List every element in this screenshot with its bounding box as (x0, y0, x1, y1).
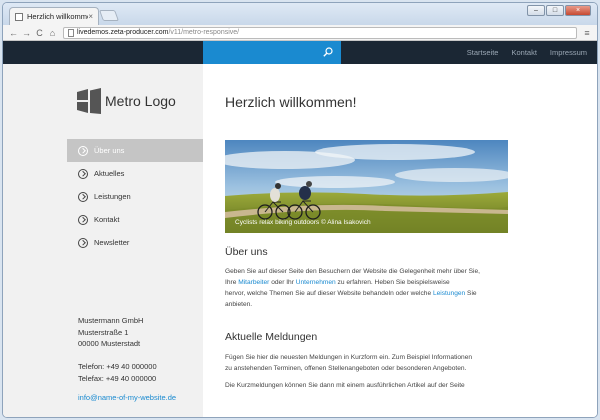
link-mitarbeiter[interactable]: Mitarbeiter (238, 279, 269, 286)
browser-window: Herzlich willkommen! × – □ × ← → C ⌂ liv… (2, 2, 598, 418)
email-link[interactable]: info@name-of-my-website.de (78, 392, 176, 404)
metro-logo-icon (77, 88, 101, 114)
nav-link-impressum[interactable]: Impressum (550, 48, 587, 57)
about-line: Ihre Mitarbeiter oder Ihr Unternehmen zu… (225, 277, 508, 288)
arrow-circle-icon (78, 237, 88, 248)
city: 00000 Musterstadt (78, 339, 141, 348)
new-tab-button[interactable] (98, 10, 120, 21)
sidebar-item-label: Leistungen (94, 192, 131, 201)
reload-button[interactable]: C (33, 28, 46, 38)
browser-menu-icon[interactable]: ≡ (581, 28, 593, 38)
text-span: Ihre (225, 279, 239, 286)
close-window-button[interactable]: × (565, 5, 591, 16)
window-controls: – □ × (527, 5, 591, 16)
sidebar-item-newsletter[interactable]: Newsletter (67, 231, 203, 254)
phone: Telefon: +49 40 000000 (78, 362, 157, 371)
home-button[interactable]: ⌂ (46, 28, 59, 38)
about-line: hervor, welche Themen Sie auf dieser Web… (225, 288, 508, 299)
link-unternehmen[interactable]: Unternehmen (296, 279, 336, 286)
street: Musterstraße 1 (78, 327, 129, 337)
news-text: Fügen Sie hier die neuesten Meldungen in… (225, 352, 508, 391)
tab-close-icon[interactable]: × (88, 12, 93, 21)
arrow-circle-icon (78, 191, 88, 202)
search-bar[interactable] (203, 41, 341, 64)
contact-address: Mustermann GmbH Musterstraße 1 00000 Mus… (78, 315, 176, 404)
url-host: livedemos.zeta-producer.com (77, 29, 169, 36)
text-span: hervor, welche Themen Sie auf dieser Web… (225, 290, 433, 297)
top-nav-links: Startseite Kontakt Impressum (467, 41, 587, 64)
news-line: Fügen Sie hier die neuesten Meldungen in… (225, 354, 473, 361)
text-span: Sie (465, 290, 477, 297)
about-line: anbieten. (225, 301, 253, 308)
page-icon (68, 28, 74, 37)
about-line: Geben Sie auf dieser Seite den Besuchern… (225, 268, 480, 275)
nav-link-kontakt[interactable]: Kontakt (511, 48, 536, 57)
back-button[interactable]: ← (7, 28, 20, 38)
top-navigation: Startseite Kontakt Impressum (3, 41, 597, 64)
logo-text: Metro Logo (105, 93, 176, 109)
tab-title: Herzlich willkommen! (27, 12, 88, 21)
page-title: Herzlich willkommen! (225, 94, 357, 110)
news-line: Die Kurzmeldungen können Sie dann mit ei… (225, 382, 465, 389)
main-content: Herzlich willkommen! Cyclists relax biki… (203, 64, 597, 417)
sidebar-menu: Über uns Aktuelles Leistungen Kontakt Ne… (67, 139, 203, 254)
search-icon[interactable] (323, 47, 333, 57)
browser-tab[interactable]: Herzlich willkommen! × (9, 7, 99, 25)
sidebar-item-leistungen[interactable]: Leistungen (67, 185, 203, 208)
sidebar-item-label: Newsletter (94, 238, 130, 247)
title-bar: Herzlich willkommen! × – □ × (3, 3, 597, 25)
page-favicon-icon (15, 12, 23, 21)
hero-image: Cyclists relax biking outdoors © Alina I… (225, 140, 508, 233)
url-path: /v11/metro-responsive/ (168, 29, 240, 36)
text-span: zu erfahren. Heben Sie beispielsweise (335, 279, 450, 286)
address-bar[interactable]: livedemos.zeta-producer.com /v11/metro-r… (63, 26, 577, 39)
site-logo[interactable]: Metro Logo (77, 88, 176, 114)
sidebar-item-label: Über uns (94, 146, 125, 155)
sidebar-item-label: Kontakt (94, 215, 120, 224)
maximize-button[interactable]: □ (546, 5, 564, 16)
sidebar-item-ueber-uns[interactable]: Über uns (67, 139, 203, 162)
fax: Telefax: +49 40 000000 (78, 373, 157, 383)
sidebar-item-label: Aktuelles (94, 169, 125, 178)
arrow-circle-icon (78, 168, 88, 179)
hero-caption: Cyclists relax biking outdoors © Alina I… (235, 219, 371, 226)
browser-toolbar: ← → C ⌂ livedemos.zeta-producer.com /v11… (3, 25, 597, 41)
sidebar-item-aktuelles[interactable]: Aktuelles (67, 162, 203, 185)
text-span: oder Ihr (269, 279, 296, 286)
company-name: Mustermann GmbH (78, 316, 144, 325)
nav-link-startseite[interactable]: Startseite (467, 48, 499, 57)
sidebar: Metro Logo Über uns Aktuelles Leistungen (3, 64, 203, 417)
news-line: zu anstehenden Terminen, offenen Stellen… (225, 365, 467, 372)
sidebar-item-kontakt[interactable]: Kontakt (67, 208, 203, 231)
news-heading: Aktuelle Meldungen (225, 331, 318, 343)
minimize-button[interactable]: – (527, 5, 545, 16)
about-heading: Über uns (225, 246, 268, 258)
arrow-circle-icon (78, 214, 88, 225)
forward-button[interactable]: → (20, 28, 33, 38)
link-leistungen[interactable]: Leistungen (433, 290, 465, 297)
website: Startseite Kontakt Impressum Metro Logo … (3, 41, 597, 417)
arrow-circle-icon (78, 145, 88, 156)
about-text: Geben Sie auf dieser Seite den Besuchern… (225, 266, 508, 310)
